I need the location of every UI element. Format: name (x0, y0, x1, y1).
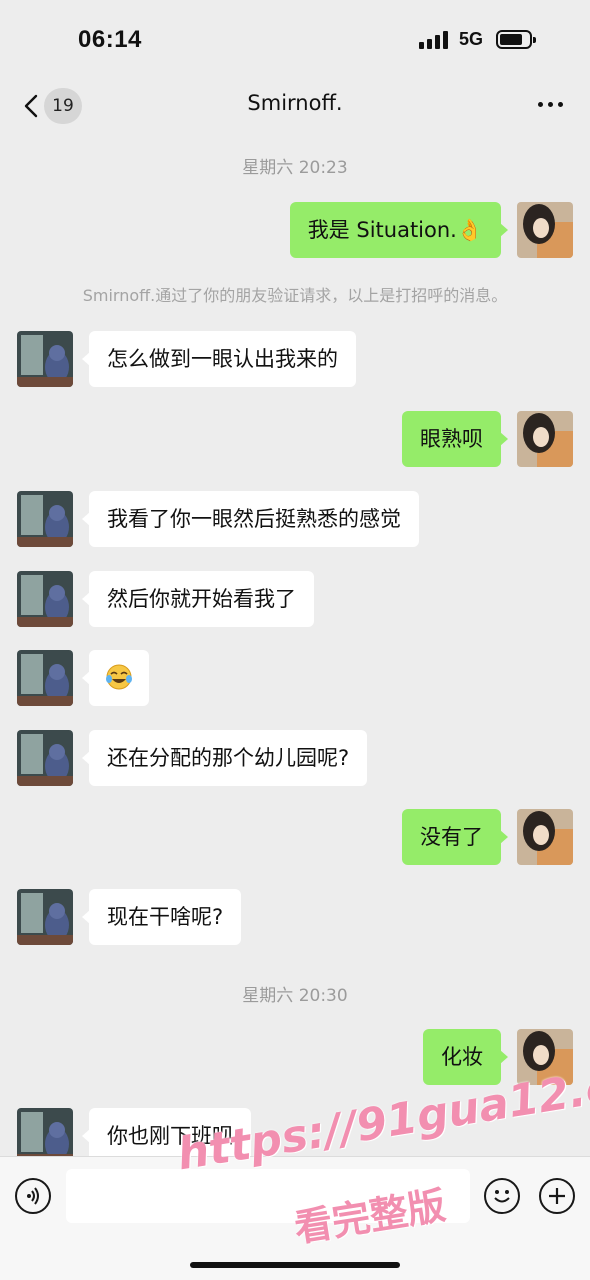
network-type: 5G (459, 29, 484, 49)
my-avatar[interactable] (517, 202, 573, 258)
contact-avatar[interactable] (17, 650, 73, 706)
contact-avatar[interactable] (17, 730, 73, 786)
message-bubble-incoming[interactable]: 你也刚下班呗 (82, 1108, 251, 1156)
chat-title: Smirnoff. (247, 91, 343, 115)
timestamp: 星期六 20:23 (242, 158, 348, 178)
contact-avatar[interactable] (17, 1108, 73, 1156)
message-input[interactable] (66, 1169, 470, 1223)
contact-avatar[interactable] (17, 331, 73, 387)
message-bubble-incoming[interactable] (82, 650, 149, 706)
message-bubble-incoming[interactable]: 怎么做到一眼认出我来的 (82, 331, 356, 387)
smiley-icon (494, 1190, 510, 1203)
voice-input-button[interactable] (15, 1178, 51, 1214)
crying-laughing-emoji-icon (106, 664, 132, 690)
message-bubble-incoming[interactable]: 我看了你一眼然后挺熟悉的感觉 (82, 491, 419, 547)
contact-avatar[interactable] (17, 889, 73, 945)
nav-bar: 19 Smirnoff. (0, 80, 590, 130)
voice-wave-icon (27, 1187, 39, 1205)
status-bar: 06:14 5G (0, 0, 590, 80)
message-bubble-outgoing[interactable]: 没有了 (402, 809, 508, 865)
status-time: 06:14 (78, 26, 142, 53)
more-options-button[interactable] (534, 93, 568, 115)
message-bubble-outgoing[interactable]: 化妆 (423, 1029, 508, 1085)
my-avatar[interactable] (517, 411, 573, 467)
message-bubble-outgoing[interactable]: 我是 Situation.👌 (289, 202, 509, 258)
home-indicator (190, 1262, 400, 1268)
message-bubble-outgoing[interactable]: 眼熟呗 (402, 411, 508, 467)
message-bubble-incoming[interactable]: 还在分配的那个幼儿园呢? (81, 730, 368, 786)
message-bubble-incoming[interactable]: 现在干啥呢? (81, 889, 242, 945)
plus-icon (549, 1188, 565, 1204)
timestamp: 星期六 20:30 (242, 986, 348, 1006)
emoji-button[interactable] (484, 1178, 520, 1214)
cellular-signal-icon (419, 31, 449, 49)
contact-avatar[interactable] (17, 491, 73, 547)
chat-area[interactable]: 星期六 20:23 我是 Situation.👌 Smirnoff.通过了你的朋… (0, 130, 590, 1156)
more-functions-button[interactable] (539, 1178, 575, 1214)
system-message: Smirnoff.通过了你的朋友验证请求，以上是打招呼的消息。 (82, 286, 508, 305)
my-avatar[interactable] (517, 809, 573, 865)
battery-icon (496, 30, 536, 49)
my-avatar[interactable] (517, 1029, 573, 1085)
message-bubble-incoming[interactable]: 然后你就开始看我了 (82, 571, 314, 627)
contact-avatar[interactable] (17, 571, 73, 627)
